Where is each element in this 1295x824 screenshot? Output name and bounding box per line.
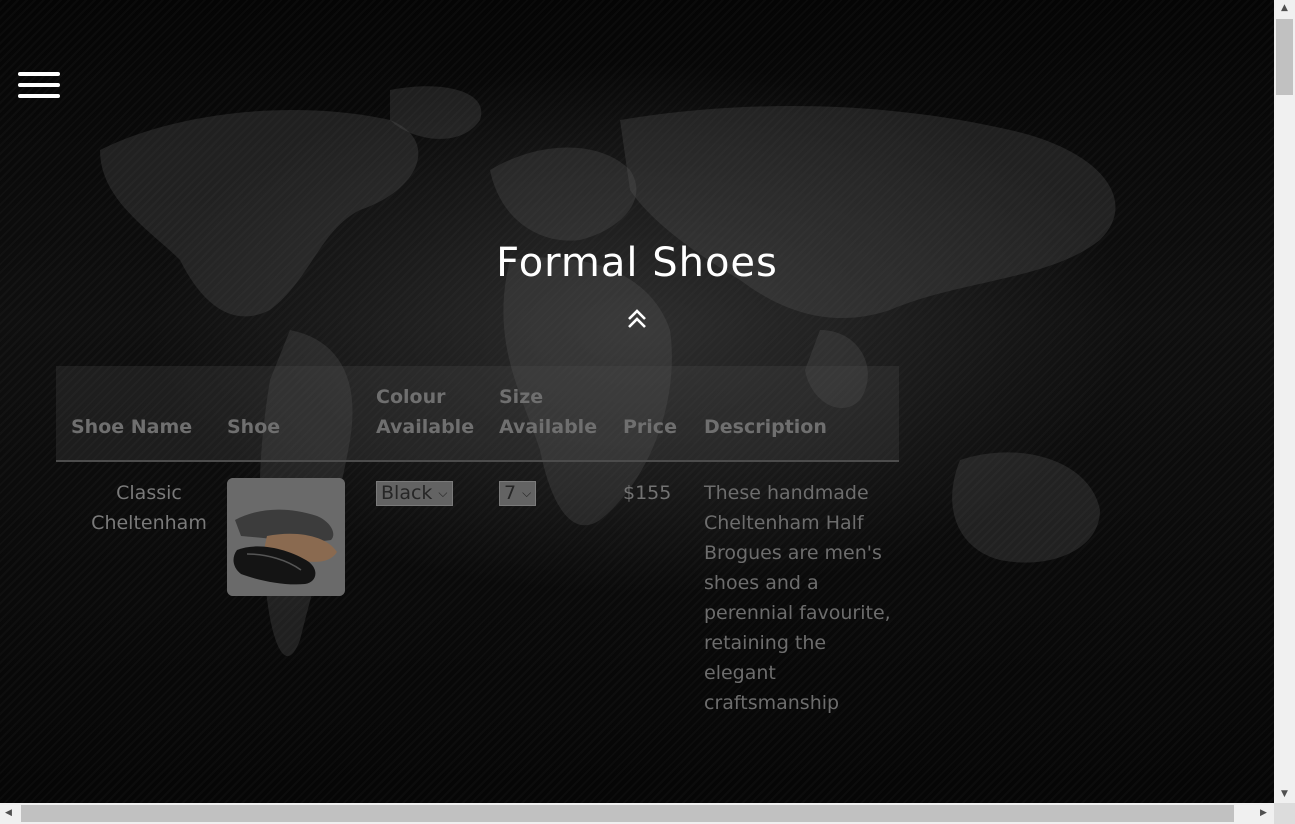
- scrollbar-corner: [1274, 803, 1295, 824]
- header-description: Description: [704, 416, 827, 438]
- menu-line-middle: [18, 83, 60, 87]
- chevron-down-icon: ⌵: [438, 486, 448, 500]
- header-colour: Colour Available: [376, 386, 475, 438]
- horizontal-scrollbar[interactable]: ◀ ▶: [0, 803, 1274, 824]
- double-chevron-up-icon[interactable]: [625, 307, 649, 331]
- header-size: Size Available: [499, 386, 598, 438]
- page-title: Formal Shoes: [496, 240, 778, 286]
- shoe-name: Classic Cheltenham: [91, 482, 207, 534]
- header-shoe: Shoe: [227, 416, 281, 438]
- size-select[interactable]: 7 ⌵: [499, 481, 537, 506]
- size-select-value: 7: [504, 482, 517, 504]
- scroll-right-arrow-icon[interactable]: ▶: [1255, 803, 1272, 824]
- price: $155: [623, 482, 672, 504]
- table-row: Classic Cheltenham Black ⌵ 7 ⌵ $155 Thes…: [56, 461, 899, 718]
- size-cell: 7 ⌵: [499, 461, 623, 718]
- chevron-down-icon: ⌵: [522, 486, 532, 500]
- menu-line-bottom: [18, 94, 60, 98]
- vertical-scrollbar[interactable]: ▲ ▼: [1274, 0, 1295, 803]
- hamburger-menu-icon[interactable]: [18, 70, 62, 104]
- page-background: Formal Shoes Shoe Name Shoe Colour Avail…: [0, 0, 1274, 803]
- header-price: Price: [623, 416, 677, 438]
- description: These handmade Cheltenham Half Brogues a…: [704, 482, 891, 714]
- scroll-left-arrow-icon[interactable]: ◀: [0, 803, 17, 824]
- colour-select-value: Black: [381, 482, 433, 504]
- header-shoe-name: Shoe Name: [71, 416, 193, 438]
- table-header-row: Shoe Name Shoe Colour Available Size Ava…: [56, 366, 899, 461]
- menu-line-top: [18, 72, 60, 76]
- shoe-image[interactable]: [227, 478, 345, 596]
- shoes-table: Shoe Name Shoe Colour Available Size Ava…: [56, 366, 899, 718]
- colour-select[interactable]: Black ⌵: [376, 481, 453, 506]
- colour-cell: Black ⌵: [376, 461, 499, 718]
- shoe-image-cell: [227, 461, 376, 718]
- scroll-down-arrow-icon[interactable]: ▼: [1274, 786, 1295, 803]
- vertical-scroll-thumb[interactable]: [1276, 19, 1293, 95]
- scroll-up-arrow-icon[interactable]: ▲: [1274, 0, 1295, 17]
- horizontal-scroll-thumb[interactable]: [21, 805, 1234, 822]
